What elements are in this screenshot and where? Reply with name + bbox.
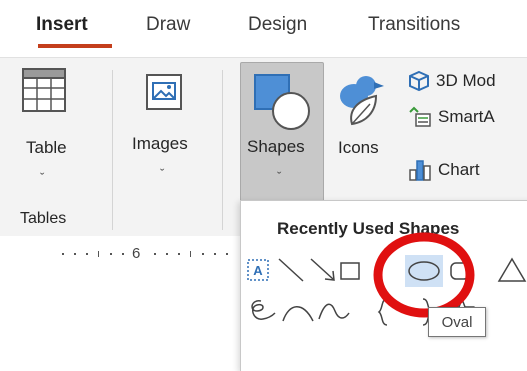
smartart-button[interactable]: SmartA <box>408 106 495 128</box>
shapes-button[interactable]: Shapes ˇ <box>240 62 324 202</box>
shapes-icon <box>254 74 310 130</box>
curve-shape[interactable] <box>317 299 351 323</box>
group-divider <box>112 70 113 230</box>
chart-icon <box>409 160 431 181</box>
chevron-down-icon: ˇ <box>160 166 165 181</box>
tab-design[interactable]: Design <box>248 14 307 36</box>
table-button[interactable]: Table ˇ <box>20 66 84 206</box>
table-icon <box>22 68 66 112</box>
table-label: Table <box>26 138 67 157</box>
ruler-mark: 6 <box>132 245 141 262</box>
tab-insert[interactable]: Insert <box>36 14 88 36</box>
icons-label: Icons <box>338 138 379 157</box>
shapes-label: Shapes <box>247 137 305 156</box>
icons-button[interactable]: Icons <box>330 66 394 206</box>
3d-models-button[interactable]: 3D Mod <box>408 70 496 92</box>
tab-draw[interactable]: Draw <box>146 14 190 36</box>
oval-tooltip: Oval <box>428 307 486 337</box>
active-tab-indicator <box>38 44 112 48</box>
horizontal-ruler <box>62 251 228 257</box>
arc-shape[interactable] <box>281 299 315 323</box>
arrow-shape[interactable] <box>309 257 337 283</box>
picture-icon <box>146 74 182 110</box>
rectangle-shape[interactable] <box>339 261 361 281</box>
images-label: Images <box>132 134 188 153</box>
images-button[interactable]: Images ˇ <box>130 66 200 206</box>
cube-icon <box>409 70 429 92</box>
freeform-scribble-shape[interactable] <box>247 297 277 323</box>
group-label-tables: Tables <box>20 210 67 227</box>
icons-icon <box>340 76 384 126</box>
chevron-down-icon: ˇ <box>40 170 45 185</box>
3d-models-label: 3D Mod <box>436 71 496 90</box>
line-shape[interactable] <box>277 257 305 283</box>
smartart-label: SmartA <box>438 107 495 126</box>
text-box-shape[interactable]: A <box>247 259 269 281</box>
tab-transitions[interactable]: Transitions <box>368 14 460 36</box>
smartart-icon <box>409 106 431 127</box>
chart-button[interactable]: Chart <box>408 158 480 182</box>
shapes-dropdown: Recently Used Shapes A <box>240 200 527 371</box>
svg-text:A: A <box>253 263 263 278</box>
chart-label: Chart <box>438 160 480 179</box>
chevron-down-icon: ˇ <box>277 169 282 184</box>
group-divider <box>222 70 223 230</box>
triangle-shape[interactable] <box>497 257 527 283</box>
